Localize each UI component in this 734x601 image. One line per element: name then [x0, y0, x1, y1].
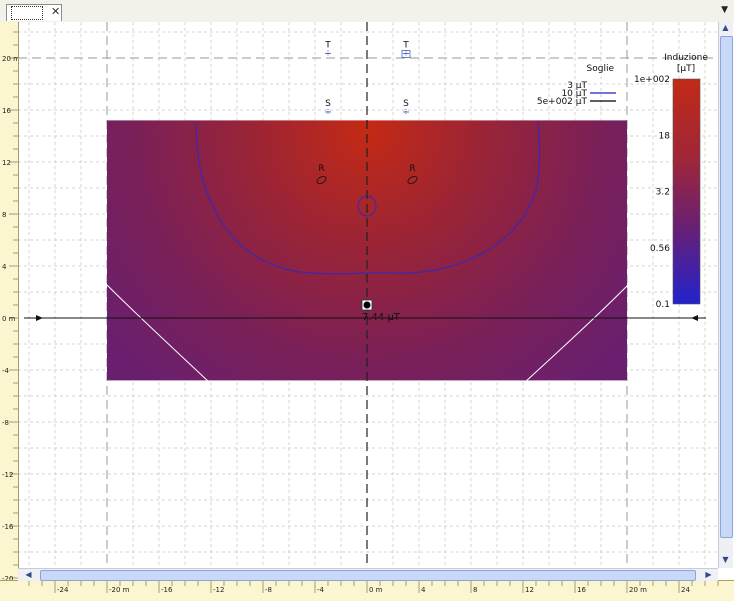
- y-tick-label: -16: [2, 523, 14, 531]
- tab-bar: ✕ ▼: [0, 0, 734, 23]
- conductor-marker-s[interactable]: S: [403, 99, 409, 115]
- colorbar-unit: [µT]: [677, 64, 695, 74]
- y-tick-label: 4: [2, 263, 7, 271]
- tab-title-field[interactable]: [11, 6, 43, 20]
- colorbar-tick-label: 0.1: [656, 300, 670, 310]
- x-tick-label: 20 m: [629, 586, 647, 594]
- x-tick-label: 24: [681, 586, 690, 594]
- vertical-scrollbar[interactable]: ▲ ▼: [718, 22, 733, 568]
- scroll-left-icon[interactable]: ◀: [22, 569, 35, 581]
- y-tick-label: 8: [2, 211, 6, 219]
- x-axis-arrow-right: [691, 315, 698, 321]
- y-tick-label: 16: [2, 107, 11, 115]
- x-tick-label: 12: [525, 586, 534, 594]
- colorbar-gradient: [672, 78, 701, 305]
- colorbar-title: Induzione: [664, 53, 708, 63]
- vertical-ruler: 20 m 16 12 8 4 0 m -4 -8 -12 -16 -20: [0, 22, 19, 582]
- vertical-scroll-thumb[interactable]: [720, 36, 733, 538]
- colorbar-tick-label: 0.56: [650, 244, 670, 254]
- y-tick-label: 20 m: [2, 55, 18, 63]
- horizontal-scroll-thumb[interactable]: [40, 570, 696, 581]
- y-tick-label: -12: [2, 471, 13, 479]
- x-tick-label: 0 m: [369, 586, 383, 594]
- document-tab[interactable]: ✕: [6, 4, 62, 21]
- marker-label: R: [318, 164, 324, 174]
- probe-value: 7.44 µT: [362, 312, 401, 323]
- marker-box: [401, 50, 411, 58]
- x-tick-label: -8: [265, 586, 272, 594]
- close-icon[interactable]: ✕: [51, 5, 60, 19]
- conductor-marker-t[interactable]: T: [324, 41, 331, 57]
- scroll-right-icon[interactable]: ▶: [702, 569, 715, 581]
- colorbar-tick-label: 1e+002: [634, 75, 670, 85]
- scroll-up-icon[interactable]: ▲: [719, 22, 732, 34]
- horizontal-ruler: -24 -20 m -16 -12 -8 -4 0 m 4 8 12 16 20 m 24: [0, 580, 734, 601]
- y-tick-label: 12: [2, 159, 11, 167]
- scroll-down-icon[interactable]: ▼: [719, 554, 732, 566]
- marker-label: R: [409, 164, 415, 174]
- legend-entry-label: 5e+002 µT: [537, 97, 588, 107]
- x-tick-label: -16: [161, 586, 173, 594]
- y-tick-label: -4: [2, 367, 10, 375]
- marker-label: T: [324, 41, 331, 51]
- probe-dot: [363, 301, 371, 309]
- colorbar-tick-label: 18: [659, 131, 671, 141]
- legend-title: Soglie: [587, 64, 615, 74]
- x-tick-label: -12: [213, 586, 224, 594]
- x-tick-label: 16: [577, 586, 586, 594]
- drawing-area[interactable]: TTSSRR 7.44 µT Soglie 3 µT 10 µT 5e+002 µT…: [0, 22, 734, 600]
- colorbar-tick-label: 3.2: [656, 188, 670, 198]
- horizontal-scrollbar[interactable]: ◀ ▶: [18, 568, 718, 581]
- marker-label: S: [325, 99, 331, 109]
- marker-label: T: [402, 41, 409, 51]
- colorbar: Induzione [µT] 1e+002 18 3.2 0.56 0.1: [634, 53, 708, 310]
- marker-label: S: [403, 99, 409, 109]
- conductor-marker-s[interactable]: S: [325, 99, 331, 115]
- y-tick-label: 0 m: [2, 315, 16, 323]
- x-axis-arrow-left: [36, 315, 43, 321]
- conductor-marker-t[interactable]: T: [401, 41, 411, 58]
- x-tick-label: -4: [317, 586, 325, 594]
- y-tick-label: -8: [2, 419, 9, 427]
- x-tick-label: -20 m: [109, 586, 130, 594]
- field-plot[interactable]: T TS SR R 7.44 µT Soglie 3 µT10 µT5e+002 µT…: [0, 22, 734, 600]
- x-tick-label: 8: [473, 586, 477, 594]
- chevron-down-icon[interactable]: ▼: [721, 5, 728, 15]
- x-tick-label: -24: [57, 586, 69, 594]
- x-tick-label: 4: [421, 586, 426, 594]
